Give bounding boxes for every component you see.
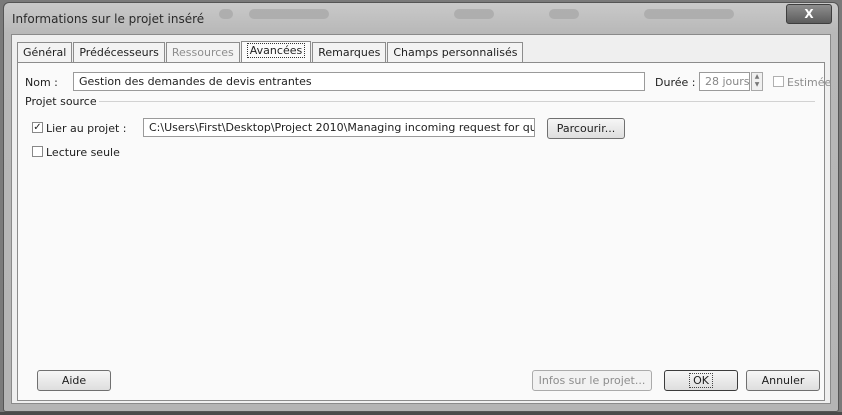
link-project-checkbox[interactable]: ✓ [32, 122, 43, 133]
tab-strip: Général Prédécesseurs Ressources Avancée… [17, 41, 524, 63]
tab-custom-fields[interactable]: Champs personnalisés [387, 42, 524, 62]
estimated-checkbox[interactable] [773, 76, 784, 87]
duration-spinner[interactable]: ▲ ▼ [751, 72, 763, 91]
ok-label: OK [689, 373, 713, 388]
cancel-button[interactable]: Annuler [746, 370, 820, 391]
tab-label: Remarques [318, 46, 381, 59]
background-blur [549, 9, 579, 19]
duration-input[interactable]: 28 jours [699, 72, 750, 91]
name-label: Nom : [25, 76, 58, 89]
background-blur [644, 9, 734, 19]
background-blur [219, 9, 233, 19]
spin-up-icon: ▲ [754, 73, 760, 80]
link-project-label: Lier au projet : [46, 122, 127, 135]
browse-button[interactable]: Parcourir... [547, 118, 625, 139]
title-bar[interactable]: Informations sur le projet inséré X [4, 3, 838, 33]
tab-label: Ressources [171, 46, 234, 59]
ok-button[interactable]: OK [664, 370, 738, 391]
read-only-label: Lecture seule [46, 146, 120, 159]
dialog-body: Général Prédécesseurs Ressources Avancée… [11, 34, 831, 404]
tab-general[interactable]: Général [17, 42, 73, 62]
group-divider [99, 101, 815, 102]
close-icon: X [804, 7, 814, 21]
spin-down-icon: ▼ [754, 81, 760, 88]
project-info-button[interactable]: Infos sur le projet... [532, 370, 652, 391]
dialog-window: Informations sur le projet inséré X Géné… [3, 2, 839, 412]
tab-label: Prédécesseurs [79, 46, 159, 59]
background-blur [249, 9, 329, 19]
close-button[interactable]: X [786, 4, 832, 24]
tab-label: Avancées [246, 43, 306, 58]
duration-label: Durée : [655, 76, 696, 89]
advanced-panel: Nom : Gestion des demandes de devis entr… [17, 62, 831, 401]
read-only-checkbox[interactable] [32, 146, 43, 157]
project-path-input[interactable]: C:\Users\First\Desktop\Project 2010\Mana… [143, 118, 535, 137]
window-title: Informations sur le projet inséré [12, 12, 205, 26]
check-icon: ✓ [33, 122, 42, 133]
tab-label: Général [23, 46, 67, 59]
tab-label: Champs personnalisés [393, 46, 518, 59]
source-project-group-label: Projet source [25, 95, 97, 108]
tab-resources[interactable]: Ressources [165, 42, 240, 62]
tab-advanced[interactable]: Avancées [240, 41, 312, 63]
tab-notes[interactable]: Remarques [312, 42, 387, 62]
background-blur [454, 9, 494, 19]
name-input[interactable]: Gestion des demandes de devis entrantes [73, 72, 645, 91]
help-button[interactable]: Aide [37, 370, 111, 391]
tab-predecessors[interactable]: Prédécesseurs [73, 42, 165, 62]
estimated-label: Estimée [787, 76, 832, 89]
